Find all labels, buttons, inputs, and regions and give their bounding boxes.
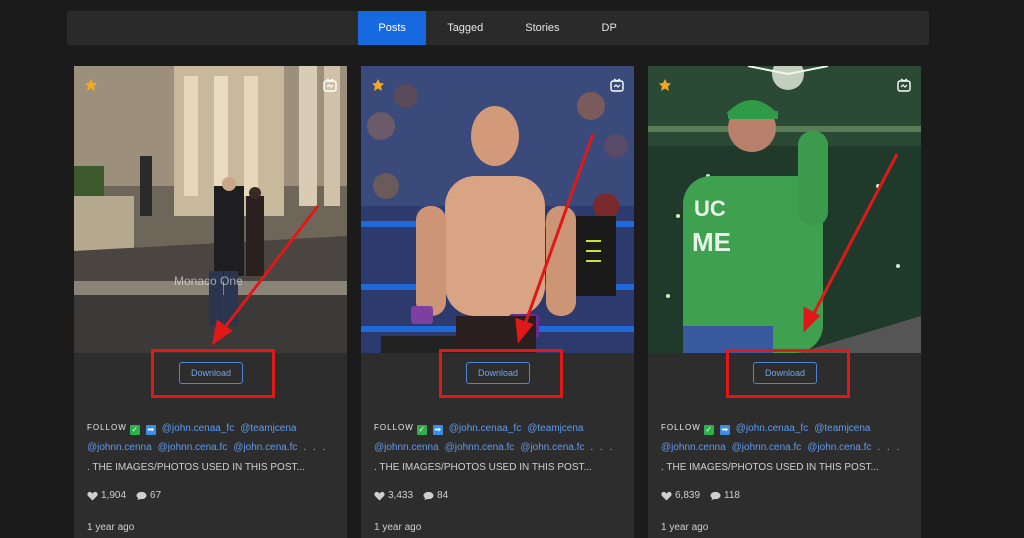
post-thumbnail[interactable]: Monaco One (74, 66, 347, 353)
mention-link[interactable]: @johnn.cena.fc (445, 442, 515, 453)
heart-icon (87, 491, 98, 501)
mention-link[interactable]: @johnn.cena.fc (732, 442, 802, 453)
reel-icon (610, 78, 624, 92)
post-thumbnail[interactable] (361, 66, 634, 353)
watermark-text: Monaco One (174, 274, 243, 288)
caption-text: . THE IMAGES/PHOTOS USED IN THIS POST... (374, 462, 592, 473)
thumbnail-image-wrestling-ring (361, 66, 634, 353)
likes-count: 3,433 (388, 490, 414, 501)
post-card: UC ME Download FOLLOW ✓ ➡ @john.cenaa_fc @te… (648, 66, 921, 538)
pin-icon (84, 78, 98, 92)
mention-link[interactable]: @john.cena.fc (233, 442, 297, 453)
post-timestamp: 1 year ago (374, 522, 422, 533)
tab-dp[interactable]: DP (581, 11, 638, 45)
annotation-highlight-box (151, 349, 275, 398)
thumbnail-image-stadium: UC ME (648, 66, 921, 353)
post-stats: 1,904 67 (87, 490, 171, 501)
annotation-highlight-box (439, 349, 563, 398)
comment-icon (423, 491, 434, 501)
right-arrow-icon: ➡ (719, 425, 730, 435)
mention-link[interactable]: @teamjcena (814, 423, 870, 434)
comment-icon (136, 491, 147, 501)
comments-count: 118 (724, 490, 740, 501)
more-dots[interactable]: . . . (303, 442, 327, 453)
right-arrow-icon: ➡ (432, 425, 443, 435)
tab-tagged[interactable]: Tagged (426, 11, 504, 45)
caption-text: . THE IMAGES/PHOTOS USED IN THIS POST... (661, 462, 879, 473)
mention-link[interactable]: @johnn.cenna (661, 442, 726, 453)
heart-icon (374, 491, 385, 501)
mention-link[interactable]: @teamjcena (240, 423, 296, 434)
post-thumbnail[interactable]: UC ME (648, 66, 921, 353)
check-mark-icon: ✓ (129, 425, 140, 435)
mention-link[interactable]: @john.cenaa_fc (162, 423, 234, 434)
more-dots[interactable]: . . . (877, 442, 901, 453)
tab-stories[interactable]: Stories (504, 11, 580, 45)
mention-link[interactable]: @johnn.cenna (374, 442, 439, 453)
post-type-tabs: Posts Tagged Stories DP (67, 11, 929, 45)
post-stats: 3,433 84 (374, 490, 458, 501)
heart-icon (661, 491, 672, 501)
post-timestamp: 1 year ago (661, 522, 709, 533)
mention-link[interactable]: @johnn.cena.fc (158, 442, 228, 453)
post-stats: 6,839 118 (661, 490, 750, 501)
reel-icon (323, 78, 337, 92)
follow-text: FOLLOW (374, 423, 414, 432)
post-caption: FOLLOW ✓ ➡ @john.cenaa_fc @teamjcena @johnn.… (374, 418, 626, 478)
pin-icon (371, 78, 385, 92)
pin-icon (658, 78, 672, 92)
tab-posts[interactable]: Posts (358, 11, 427, 45)
follow-text: FOLLOW (87, 423, 127, 432)
mention-link[interactable]: @john.cenaa_fc (449, 423, 521, 434)
mention-link[interactable]: @john.cena.fc (807, 442, 871, 453)
post-timestamp: 1 year ago (87, 522, 135, 533)
post-card: Monaco One Download FOLLOW ✓ ➡ @john.cenaa_… (74, 66, 347, 538)
check-mark-icon: ✓ (703, 425, 714, 435)
post-caption: FOLLOW ✓ ➡ @john.cenaa_fc @teamjcena @johnn.… (661, 418, 913, 478)
more-dots[interactable]: . . . (590, 442, 614, 453)
caption-text: . THE IMAGES/PHOTOS USED IN THIS POST... (87, 462, 305, 473)
comments-count: 67 (150, 490, 162, 501)
comment-icon (710, 491, 721, 501)
thumbnail-image-street: Monaco One (74, 66, 347, 353)
comments-count: 84 (437, 490, 449, 501)
annotation-highlight-box (726, 349, 850, 398)
mention-link[interactable]: @johnn.cenna (87, 442, 152, 453)
mention-link[interactable]: @john.cena.fc (520, 442, 584, 453)
follow-text: FOLLOW (661, 423, 701, 432)
likes-count: 6,839 (675, 490, 701, 501)
post-card: Download FOLLOW ✓ ➡ @john.cenaa_fc @teamjcen… (361, 66, 634, 538)
right-arrow-icon: ➡ (145, 425, 156, 435)
check-mark-icon: ✓ (416, 425, 427, 435)
mention-link[interactable]: @john.cenaa_fc (736, 423, 808, 434)
svg-text:ME: ME (692, 227, 731, 257)
likes-count: 1,904 (101, 490, 127, 501)
mention-link[interactable]: @teamjcena (527, 423, 583, 434)
reel-icon (897, 78, 911, 92)
svg-text:UC: UC (694, 196, 726, 221)
post-caption: FOLLOW ✓ ➡ @john.cenaa_fc @teamjcena @johnn.… (87, 418, 339, 478)
